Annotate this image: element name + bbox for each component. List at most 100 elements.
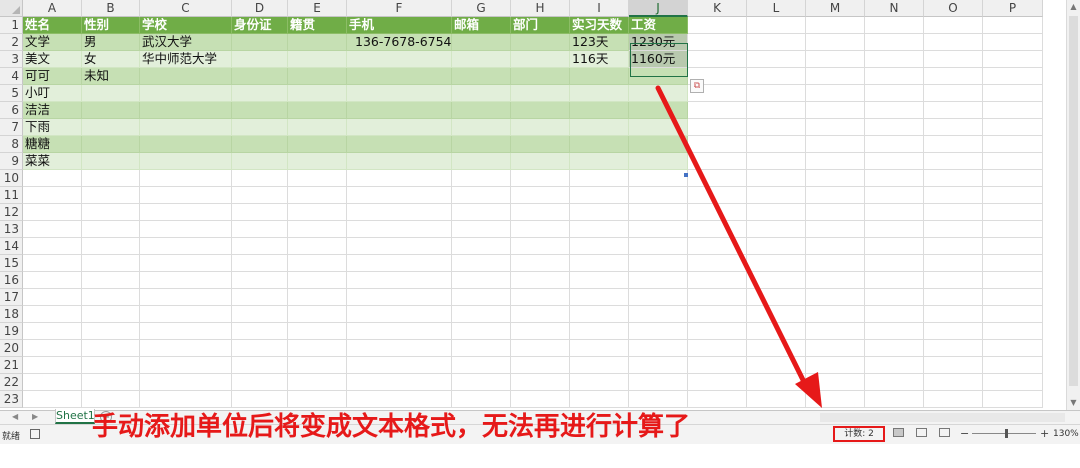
cell[interactable] [511,255,570,272]
cell[interactable] [983,136,1043,153]
cell[interactable] [983,340,1043,357]
cell[interactable] [140,170,232,187]
table-cell[interactable]: 男 [82,34,140,51]
cell[interactable] [452,187,511,204]
cell[interactable] [688,153,747,170]
cell[interactable] [82,374,140,391]
cell[interactable] [288,306,347,323]
cell[interactable] [23,340,82,357]
cell[interactable] [82,323,140,340]
cell[interactable] [347,221,452,238]
table-header-cell[interactable]: 籍贯 [288,17,347,34]
cell[interactable] [23,289,82,306]
cell[interactable] [347,187,452,204]
row-header-6[interactable]: 6 [0,102,23,119]
table-cell[interactable] [82,119,140,136]
row-header-21[interactable]: 21 [0,357,23,374]
scroll-thumb[interactable] [1069,16,1078,386]
table-cell[interactable] [570,85,629,102]
cell[interactable] [23,238,82,255]
cell[interactable] [82,391,140,408]
column-header-o[interactable]: O [924,0,983,17]
table-cell[interactable] [452,51,511,68]
cell[interactable] [924,102,983,119]
column-header-f[interactable]: F [347,0,452,17]
cell[interactable] [23,306,82,323]
table-cell[interactable] [511,85,570,102]
cell[interactable] [23,323,82,340]
table-cell[interactable] [140,85,232,102]
cell[interactable] [747,340,806,357]
table-cell[interactable]: 美文 [23,51,82,68]
table-cell[interactable]: 1160元 [629,51,688,68]
cell[interactable] [140,255,232,272]
column-header-i[interactable]: I [570,0,629,17]
cell[interactable] [629,238,688,255]
cell[interactable] [23,374,82,391]
cell[interactable] [23,272,82,289]
normal-view-icon[interactable] [893,428,904,437]
table-cell[interactable] [570,102,629,119]
cell[interactable] [688,51,747,68]
row-header-3[interactable]: 3 [0,51,23,68]
cell[interactable] [347,306,452,323]
scroll-down-icon[interactable]: ▼ [1067,396,1080,410]
cell[interactable] [511,170,570,187]
cell[interactable] [82,255,140,272]
cell[interactable] [806,153,865,170]
cell[interactable] [570,374,629,391]
table-cell[interactable] [452,119,511,136]
cell[interactable] [924,289,983,306]
row-header-7[interactable]: 7 [0,119,23,136]
zoom-slider[interactable] [972,433,1036,434]
cell[interactable] [865,187,924,204]
table-cell[interactable] [347,85,452,102]
table-cell[interactable] [452,85,511,102]
cell[interactable] [140,374,232,391]
cell[interactable] [288,391,347,408]
cell[interactable] [82,221,140,238]
cell[interactable] [82,170,140,187]
table-cell[interactable] [232,51,288,68]
cell[interactable] [570,238,629,255]
cell[interactable] [865,340,924,357]
cell[interactable] [570,289,629,306]
cell[interactable] [347,357,452,374]
cell[interactable] [232,272,288,289]
tab-next-icon[interactable]: ▶ [32,411,38,423]
cell[interactable] [629,255,688,272]
cell[interactable] [629,170,688,187]
cell[interactable] [570,323,629,340]
cell[interactable] [511,391,570,408]
table-cell[interactable] [570,68,629,85]
table-header-cell[interactable]: 手机 [347,17,452,34]
table-cell[interactable]: 1230元 [629,34,688,51]
cell[interactable] [140,306,232,323]
cell[interactable] [288,238,347,255]
cell[interactable] [347,255,452,272]
cell[interactable] [688,272,747,289]
cell[interactable] [347,238,452,255]
cell[interactable] [347,323,452,340]
table-cell[interactable]: 可可 [23,68,82,85]
table-cell[interactable] [288,119,347,136]
cell[interactable] [924,51,983,68]
cell[interactable] [924,391,983,408]
cell[interactable] [452,170,511,187]
cell[interactable] [570,306,629,323]
cell[interactable] [983,306,1043,323]
table-cell[interactable] [232,119,288,136]
cell[interactable] [688,102,747,119]
cell[interactable] [806,272,865,289]
cell[interactable] [747,51,806,68]
cell[interactable] [806,68,865,85]
cell[interactable] [747,357,806,374]
table-cell[interactable] [570,119,629,136]
cell[interactable] [570,357,629,374]
table-cell[interactable] [347,51,452,68]
column-header-p[interactable]: P [983,0,1043,17]
cell[interactable] [806,136,865,153]
cell[interactable] [23,255,82,272]
cell[interactable] [288,255,347,272]
column-header-g[interactable]: G [452,0,511,17]
